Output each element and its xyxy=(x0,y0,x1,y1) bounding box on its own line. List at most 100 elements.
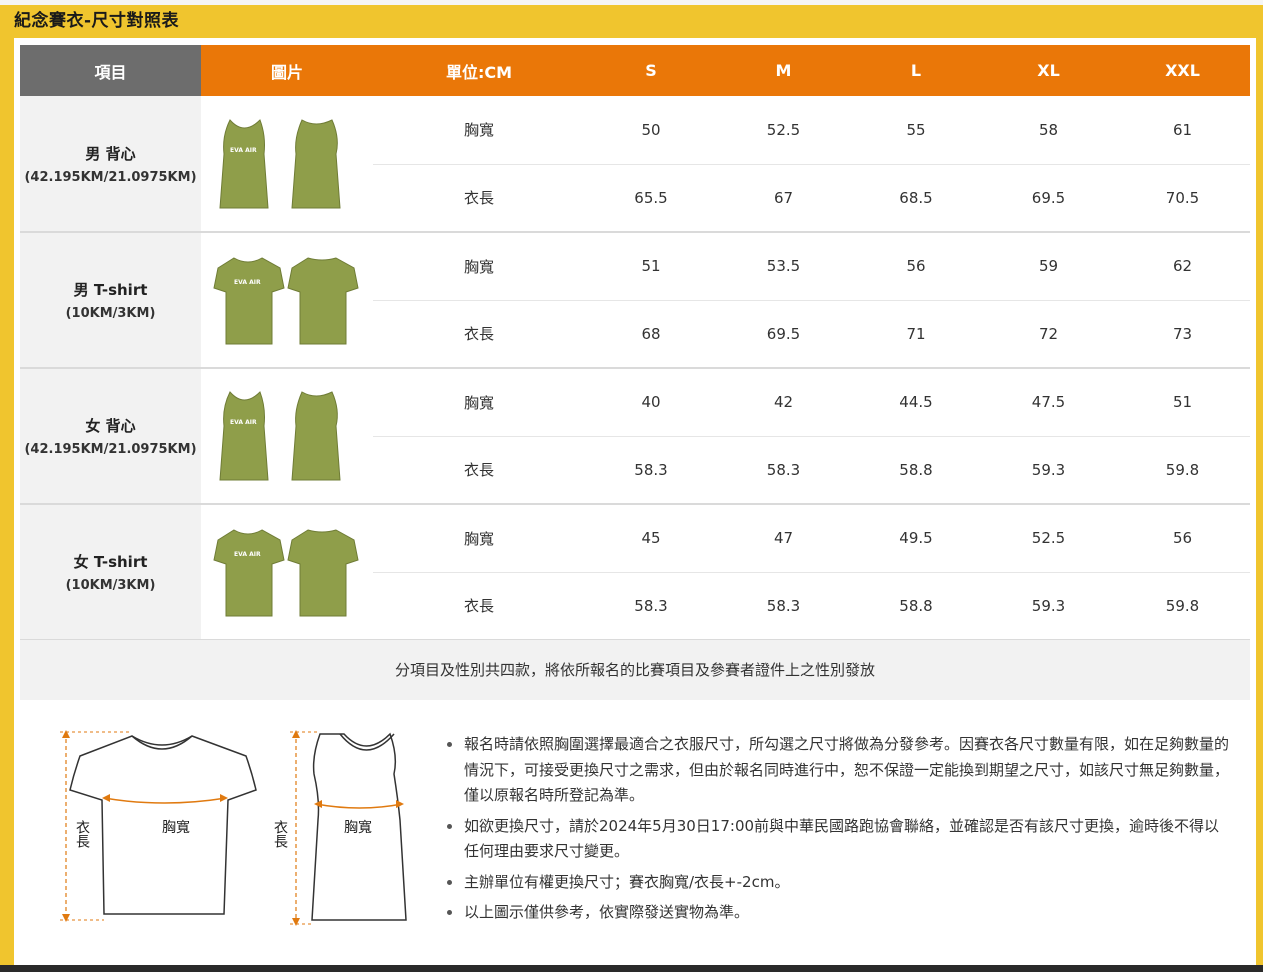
jersey-back-icon xyxy=(291,391,341,481)
size-value-cell: 58.3 xyxy=(717,436,850,505)
page-title: 紀念賽衣-尺寸對照表 xyxy=(14,11,180,31)
measure-label: 衣長 xyxy=(373,572,585,641)
measure-label: 衣長 xyxy=(373,436,585,505)
size-value-cell: 58.8 xyxy=(850,572,982,641)
item-cell: 男 T-shirt (10KM/3KM) xyxy=(20,232,201,369)
size-value-cell: 52.5 xyxy=(982,504,1115,573)
image-cell: EVA AIR xyxy=(201,232,373,369)
jersey-front-icon xyxy=(213,529,285,617)
size-value-cell: 68 xyxy=(585,300,717,369)
item-cell: 女 T-shirt (10KM/3KM) xyxy=(20,504,201,641)
tee-jersey-image: EVA AIR xyxy=(213,529,359,617)
item-cell: 女 背心 (42.195KM/21.0975KM) xyxy=(20,368,201,505)
item-name: 女 背心 xyxy=(85,417,136,435)
size-value-cell: 49.5 xyxy=(850,504,982,573)
vest-length-label: 衣長 xyxy=(272,820,288,848)
jersey-front-icon xyxy=(219,391,269,481)
header-unit: 單位:CM xyxy=(373,45,585,96)
size-value-cell: 58 xyxy=(982,96,1115,165)
size-value-cell: 42 xyxy=(717,368,850,437)
note-item: 如欲更換尺寸，請於2024年5月30日17:00前與中華民國路跑協會聯絡，並確認… xyxy=(442,814,1232,865)
size-value-cell: 69.5 xyxy=(717,300,850,369)
size-value-cell: 55 xyxy=(850,96,982,165)
tee-jersey-image: EVA AIR xyxy=(213,257,359,345)
measure-label: 胸寬 xyxy=(373,504,585,573)
table-row: 男 T-shirt (10KM/3KM) EVA AIR 胸寬 51 53.5 56 59 62 xyxy=(20,232,1250,369)
table-body: 男 背心 (42.195KM/21.0975KM) EVA AIR 胸寬 50 52.5 5… xyxy=(20,96,1250,641)
jersey-logo-text: EVA AIR xyxy=(234,551,261,558)
measurement-diagram: 衣長 胸寬 衣長 胸寬 xyxy=(60,730,407,926)
size-value-cell: 59.3 xyxy=(982,572,1115,641)
item-name: 女 T-shirt xyxy=(73,553,148,571)
vest-jersey-image: EVA AIR xyxy=(219,391,341,481)
size-value-cell: 56 xyxy=(850,232,982,301)
item-distance: (42.195KM/21.0975KM) xyxy=(24,169,197,185)
header-size-xl: XL xyxy=(982,45,1115,96)
tshirt-chest-label: 胸寬 xyxy=(162,819,190,836)
size-value-cell: 58.3 xyxy=(717,572,850,641)
size-value-cell: 65.5 xyxy=(585,164,717,233)
image-cell: EVA AIR xyxy=(201,368,373,505)
vest-jersey-image: EVA AIR xyxy=(219,118,341,208)
table-note: 分項目及性別共四款，將依所報名的比賽項目及參賽者證件上之性別發放 xyxy=(20,640,1250,700)
size-value-cell: 51 xyxy=(1115,368,1250,437)
bottom-edge xyxy=(0,965,1263,972)
jersey-back-icon xyxy=(291,118,341,208)
measure-label: 衣長 xyxy=(373,164,585,233)
note-item: 報名時請依照胸圍選擇最適合之衣服尺寸，所勾選之尺寸將做為分發參考。因賽衣各尺寸數… xyxy=(442,732,1232,809)
table-row: 女 背心 (42.195KM/21.0975KM) EVA AIR 胸寬 40 42 44.… xyxy=(20,368,1250,505)
image-cell: EVA AIR xyxy=(201,504,373,641)
jersey-logo-text: EVA AIR xyxy=(230,147,257,154)
jersey-front-icon xyxy=(213,257,285,345)
size-value-cell: 44.5 xyxy=(850,368,982,437)
item-name: 男 T-shirt xyxy=(73,281,148,299)
size-value-cell: 45 xyxy=(585,504,717,573)
size-value-cell: 67 xyxy=(717,164,850,233)
size-value-cell: 73 xyxy=(1115,300,1250,369)
size-value-cell: 51 xyxy=(585,232,717,301)
size-value-cell: 56 xyxy=(1115,504,1250,573)
size-value-cell: 59.8 xyxy=(1115,436,1250,505)
item-name: 男 背心 xyxy=(85,144,136,163)
size-chart-panel: 項目 圖片 單位:CM S M L XL XXL 男 背心 (42.195KM/2… xyxy=(14,38,1256,965)
size-value-cell: 62 xyxy=(1115,232,1250,301)
header-image: 圖片 xyxy=(201,45,373,96)
jersey-back-icon xyxy=(287,529,359,617)
size-value-cell: 59.8 xyxy=(1115,572,1250,641)
header-size-xxl: XXL xyxy=(1115,45,1250,96)
size-value-cell: 68.5 xyxy=(850,164,982,233)
size-value-cell: 58.3 xyxy=(585,436,717,505)
item-distance: (10KM/3KM) xyxy=(65,306,156,321)
measure-label: 胸寬 xyxy=(373,232,585,301)
note-item: 主辦單位有權更換尺寸；賽衣胸寬/衣長+-2cm。 xyxy=(442,870,1232,896)
size-value-cell: 61 xyxy=(1115,96,1250,165)
jersey-logo-text: EVA AIR xyxy=(230,419,257,426)
size-value-cell: 47 xyxy=(717,504,850,573)
item-distance: (10KM/3KM) xyxy=(65,578,156,593)
header-size-l: L xyxy=(850,45,982,96)
header-item: 項目 xyxy=(20,45,201,96)
measure-label: 胸寬 xyxy=(373,368,585,437)
item-distance: (42.195KM/21.0975KM) xyxy=(24,442,197,457)
size-value-cell: 52.5 xyxy=(717,96,850,165)
item-cell: 男 背心 (42.195KM/21.0975KM) xyxy=(20,96,201,233)
size-table: 項目 圖片 單位:CM S M L XL XXL 男 背心 (42.195KM/2… xyxy=(20,45,1250,641)
size-value-cell: 71 xyxy=(850,300,982,369)
jersey-logo-text: EVA AIR xyxy=(234,279,261,286)
table-header-row: 項目 圖片 單位:CM S M L XL XXL xyxy=(20,45,1250,96)
size-value-cell: 58.3 xyxy=(585,572,717,641)
header-size-m: M xyxy=(717,45,850,96)
size-value-cell: 47.5 xyxy=(982,368,1115,437)
top-edge xyxy=(0,0,1263,5)
size-value-cell: 69.5 xyxy=(982,164,1115,233)
note-item: 以上圖示僅供參考，依實際發送實物為準。 xyxy=(442,900,1232,926)
notes-list: 報名時請依照胸圍選擇最適合之衣服尺寸，所勾選之尺寸將做為分發參考。因賽衣各尺寸數… xyxy=(442,732,1232,931)
vest-chest-label: 胸寬 xyxy=(344,819,372,836)
jersey-back-icon xyxy=(287,257,359,345)
size-value-cell: 72 xyxy=(982,300,1115,369)
size-value-cell: 59 xyxy=(982,232,1115,301)
size-value-cell: 53.5 xyxy=(717,232,850,301)
measure-label: 胸寬 xyxy=(373,96,585,165)
size-value-cell: 40 xyxy=(585,368,717,437)
header-size-s: S xyxy=(585,45,717,96)
